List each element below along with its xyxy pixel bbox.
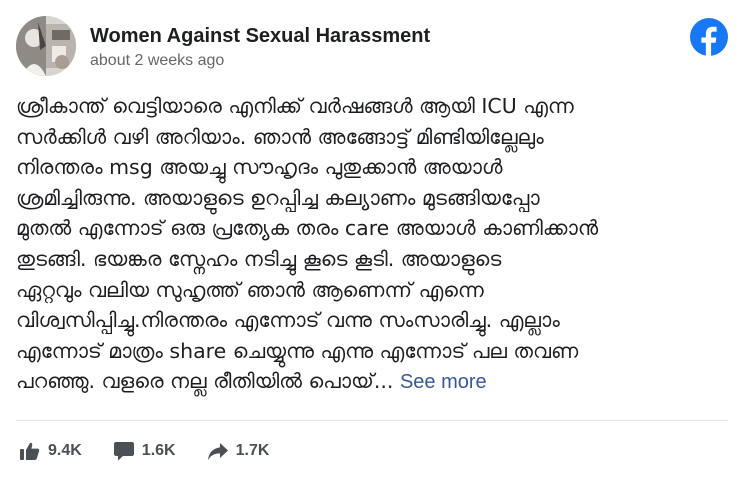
see-more-link[interactable]: See more bbox=[400, 371, 487, 393]
facebook-icon[interactable] bbox=[690, 18, 728, 56]
post-text-line: വിശ്വസിപ്പിച്ചു.നിരന്തരം എന്നോട് വന്നു സ… bbox=[16, 308, 560, 333]
comments-stat[interactable]: 1.6K bbox=[113, 441, 176, 461]
page-name[interactable]: Women Against Sexual Harassment bbox=[90, 25, 430, 48]
post-text-line: സർക്കിൾ വഴി അറിയാം. ഞാൻ അങ്ങോട്ട് മിണ്ടി… bbox=[16, 124, 544, 149]
footer-divider bbox=[16, 420, 728, 421]
post-text-line: ശ്രമിച്ചിരുന്നു. അയാളുടെ ഉറപ്പിച്ച കല്യാ… bbox=[16, 185, 540, 210]
post-text-line: പറഞ്ഞു. വളരെ നല്ല രീതിയിൽ പൊയ്... bbox=[16, 369, 394, 394]
post-text-line: തുടങ്ങി. ഭയങ്കര സ്നേഹം നടിച്ചു കൂടെ കൂടി… bbox=[16, 246, 502, 271]
shares-count: 1.7K bbox=[235, 442, 270, 459]
post-text-line: ഏറ്റവും വലിയ സുഹൃത്ത് ഞാൻ ആണെന്ന് എന്നെ bbox=[16, 277, 484, 302]
thumbs-up-icon bbox=[20, 442, 40, 460]
comment-icon bbox=[113, 441, 134, 460]
comments-count: 1.6K bbox=[141, 442, 176, 459]
likes-count: 9.4K bbox=[48, 442, 82, 459]
post-text-line: എന്നോട് മാത്രം share ചെയ്യുന്നു എന്നു എന… bbox=[16, 338, 579, 363]
post-timestamp[interactable]: about 2 weeks ago bbox=[90, 52, 224, 70]
likes-stat[interactable]: 9.4K bbox=[20, 442, 82, 460]
post-footer: 9.4K 1.6K 1.7K bbox=[20, 437, 301, 465]
share-arrow-icon bbox=[207, 442, 228, 460]
post-text-last-line: പറഞ്ഞു. വളരെ നല്ല രീതിയിൽ പൊയ്... See mo… bbox=[16, 366, 732, 398]
shares-stat[interactable]: 1.7K bbox=[207, 442, 270, 460]
post-text: ശ്രീകാന്ത് വെട്ടിയാരെ എനിക്ക് വർഷങ്ങൾ ആയ… bbox=[16, 91, 732, 398]
post-header: Women Against Sexual Harassment about 2 … bbox=[16, 16, 728, 78]
post-text-line: ശ്രീകാന്ത് വെട്ടിയാരെ എനിക്ക് വർഷങ്ങൾ ആയ… bbox=[16, 94, 574, 118]
post-text-line: മുതൽ എന്നോട് ഒരു പ്രത്യേക തരം care അയാൾ … bbox=[16, 216, 599, 241]
avatar[interactable] bbox=[16, 16, 76, 76]
avatar-image bbox=[16, 16, 76, 76]
post-text-line: നിരന്തരം msg അയച്ചു സൗഹൃദം പുതുക്കാൻ അയാ… bbox=[16, 155, 503, 180]
